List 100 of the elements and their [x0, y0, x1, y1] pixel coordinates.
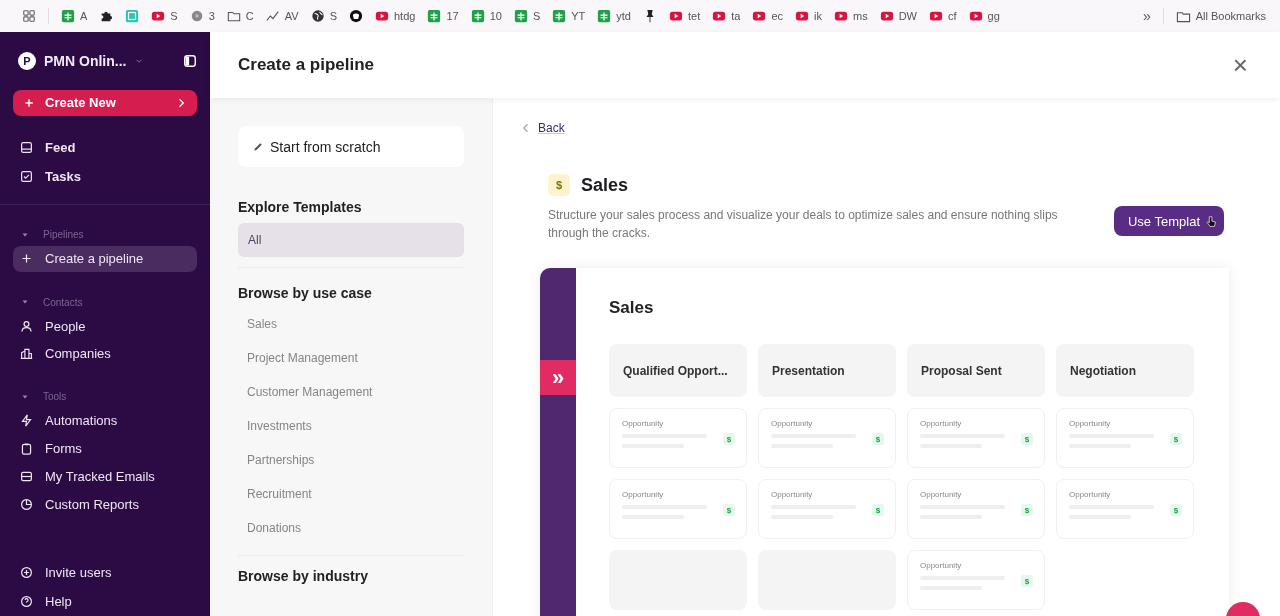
dollar-icon: $: [872, 504, 884, 516]
bookmark[interactable]: tet: [663, 5, 707, 27]
use-case-item[interactable]: Partnerships: [238, 443, 464, 477]
dollar-icon: $: [1021, 575, 1033, 587]
video-icon: [712, 9, 727, 23]
preview-title: Sales: [609, 298, 655, 318]
sheet-icon: [513, 9, 528, 23]
expand-button[interactable]: »: [540, 360, 576, 395]
bookmark[interactable]: DW: [873, 5, 923, 27]
dollar-icon: $: [872, 433, 884, 445]
bookmark[interactable]: ec: [746, 5, 790, 27]
bookmark[interactable]: ta: [706, 5, 747, 27]
dollar-icon: $: [723, 433, 735, 445]
add-circle-icon: [20, 566, 33, 580]
plus-icon: [23, 97, 35, 109]
section-heading: Explore Templates: [238, 199, 363, 215]
puzzle-icon: [99, 9, 114, 23]
use-case-item[interactable]: Customer Management: [238, 375, 464, 409]
video-icon: [669, 9, 683, 23]
section-heading: Browse by industry: [238, 568, 369, 584]
video-icon: [752, 9, 767, 23]
card-label: Opportunity: [771, 490, 814, 499]
video-icon: [374, 9, 389, 23]
bookmark[interactable]: S: [304, 5, 343, 27]
app-icon: [125, 9, 140, 23]
building-icon: [20, 347, 33, 361]
dollar-icon: $: [1170, 504, 1182, 516]
use-case-item[interactable]: Sales: [238, 307, 464, 341]
template-title: Sales: [581, 174, 629, 196]
card-label: Opportunity: [1069, 419, 1112, 428]
sidebar-item[interactable]: Help: [13, 587, 197, 616]
apps-icon: [22, 9, 36, 23]
sidebar-item[interactable]: Companies: [13, 340, 197, 368]
create-new-button[interactable]: Create New: [13, 89, 197, 117]
card-label: Opportunity: [920, 561, 963, 570]
stage-header: Qualified Opport...: [609, 344, 747, 397]
sidebar-item[interactable]: Tasks: [13, 162, 197, 191]
sidebar-item[interactable]: My Tracked Emails: [13, 463, 197, 491]
sidebar-item[interactable]: Invite users: [13, 558, 197, 587]
sidebar-item[interactable]: Forms: [13, 435, 197, 463]
stage-header: Negotiation: [1056, 344, 1194, 397]
template-description: Structure your sales process and visualize your deals to optimize sales and ensure nothing slips through the cracks.: [548, 207, 1059, 242]
start-from-scratch-button[interactable]: Start from scratch: [238, 126, 464, 167]
bookmark[interactable]: ik: [789, 5, 828, 27]
plus-icon: [20, 252, 33, 266]
sidebar-item[interactable]: People: [13, 312, 197, 340]
use-case-item[interactable]: Donations: [238, 511, 464, 545]
bookmark[interactable]: cf: [923, 5, 963, 27]
bookmark[interactable]: ms: [828, 5, 874, 27]
sidebar-item[interactable]: Automations: [13, 407, 197, 435]
bookmark[interactable]: gg: [962, 5, 1006, 27]
template-filter[interactable]: All: [238, 223, 464, 257]
use-case-item[interactable]: Recruitment: [238, 477, 464, 511]
help-icon: [20, 595, 33, 609]
bookmark[interactable]: S: [507, 5, 547, 27]
github-icon: [348, 9, 363, 23]
video-icon: [879, 9, 894, 23]
workspace-name[interactable]: PMN Onlin...: [44, 52, 127, 69]
task-check-icon: [20, 169, 33, 183]
dialog-title: Create a pipeline: [238, 55, 375, 75]
all-bookmarks-button[interactable]: All Bookmarks: [1169, 5, 1272, 27]
bookmark[interactable]: 17: [421, 5, 465, 27]
sidebar-toggle-icon: [183, 53, 197, 68]
sidebar-item[interactable]: Feed: [13, 133, 197, 162]
lightning-icon: [20, 414, 33, 428]
more-bookmarks-button[interactable]: »: [1136, 5, 1157, 27]
bookmark[interactable]: C: [220, 5, 260, 27]
stage-header: Presentation: [758, 344, 896, 397]
bookmark[interactable]: 10: [464, 5, 508, 27]
sheet-icon: [427, 9, 442, 23]
bookmark[interactable]: 3: [183, 5, 221, 27]
person-icon: [20, 319, 33, 333]
mail-icon: [20, 470, 33, 484]
bookmark[interactable]: A: [55, 5, 94, 27]
globe-icon: [310, 9, 325, 23]
caret-down-icon: [21, 298, 29, 306]
video-icon: [151, 9, 166, 23]
video-icon: [834, 9, 848, 23]
video-icon: [968, 9, 983, 23]
back-link[interactable]: Back: [520, 121, 565, 135]
folder-icon: [226, 9, 241, 23]
clipboard-icon: [20, 442, 33, 456]
disc-icon: [189, 9, 204, 23]
sidebar-item[interactable]: Create a pipeline: [13, 245, 197, 273]
bookmark[interactable]: S: [145, 5, 184, 27]
close-button[interactable]: ×: [1228, 52, 1252, 78]
bookmark[interactable]: YT: [546, 5, 592, 27]
use-case-item[interactable]: Investments: [238, 409, 464, 443]
dollar-icon: $: [548, 174, 570, 196]
sidebar-item[interactable]: Custom Reports: [13, 491, 197, 518]
bookmark[interactable]: htdg: [368, 5, 422, 27]
video-icon: [795, 9, 810, 23]
bookmark[interactable]: ytd: [591, 5, 637, 27]
dollar-icon: $: [1021, 504, 1033, 516]
use-template-button[interactable]: Use Templat: [1114, 206, 1224, 236]
bookmark[interactable]: AV: [259, 5, 305, 27]
card-label: Opportunity: [920, 490, 963, 499]
use-case-item[interactable]: Project Management: [238, 341, 464, 375]
pie-chart-icon: [20, 498, 33, 511]
sheet-icon: [61, 9, 75, 23]
